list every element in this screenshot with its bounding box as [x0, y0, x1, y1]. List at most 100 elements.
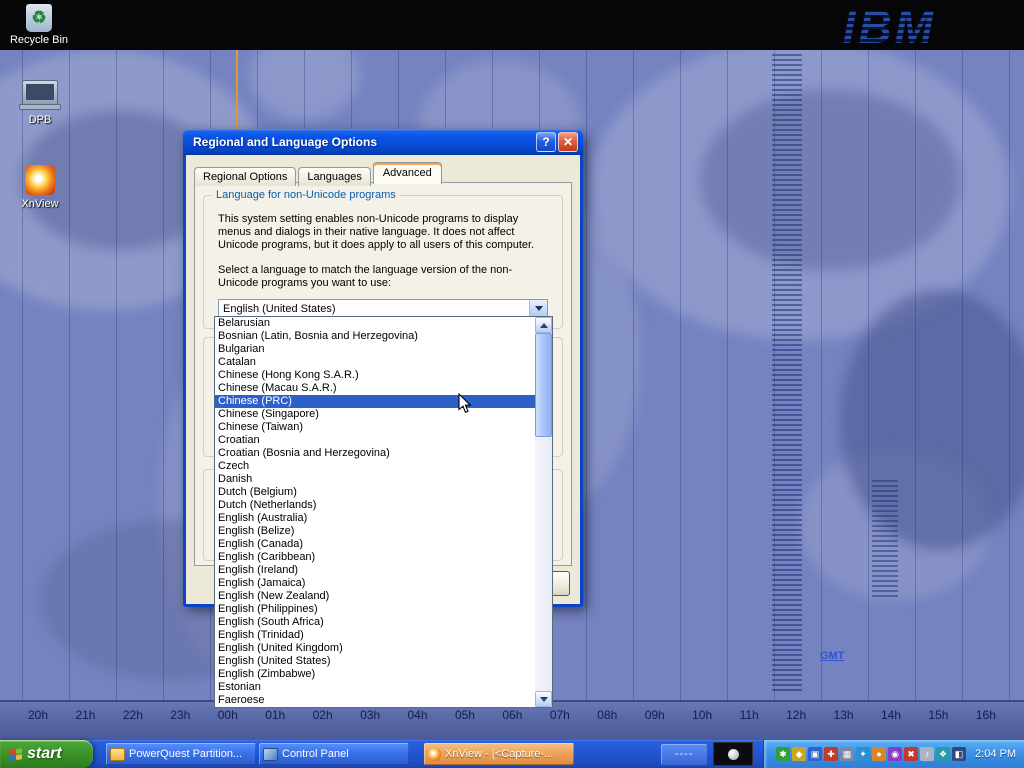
timezone-hour-label: 09h [645, 708, 665, 740]
dropdown-scrollbar[interactable] [535, 317, 552, 707]
language-option[interactable]: English (United States) [215, 655, 535, 668]
timezone-hour-label: 00h [218, 708, 238, 740]
language-option[interactable]: Chinese (Macau S.A.R.) [215, 382, 535, 395]
scrollbar-thumb[interactable] [535, 333, 552, 437]
language-option[interactable]: Czech [215, 460, 535, 473]
groupbox-instruction: Select a language to match the language … [218, 264, 550, 290]
tray-icon-purple[interactable]: ◉ [888, 747, 902, 761]
timezone-hour-label: 20h [28, 708, 48, 740]
language-option[interactable]: English (Jamaica) [215, 577, 535, 590]
hatched-timezone-band [772, 54, 802, 694]
scroll-down-button[interactable] [535, 691, 552, 707]
timezone-hour-label: 07h [550, 708, 570, 740]
language-option[interactable]: Belarusian [215, 317, 535, 330]
folder-icon [110, 748, 125, 761]
language-option[interactable]: Chinese (Singapore) [215, 408, 535, 421]
timezone-hour-label: 08h [597, 708, 617, 740]
language-option[interactable]: Danish [215, 473, 535, 486]
language-option[interactable]: Chinese (PRC) [215, 395, 535, 408]
groupbox-description: This system setting enables non-Unicode … [218, 213, 550, 252]
taskbar-deskband[interactable] [713, 742, 753, 766]
language-option[interactable]: Croatian [215, 434, 535, 447]
timezone-hour-label: 10h [692, 708, 712, 740]
tray-icon-crimson[interactable]: ✖ [904, 747, 918, 761]
combobox-dropdown-button[interactable] [529, 300, 547, 317]
language-option[interactable]: English (Belize) [215, 525, 535, 538]
start-button[interactable]: start [0, 740, 93, 768]
recycle-bin-icon: ♻ [26, 4, 52, 32]
gmt-label: GMT [820, 650, 844, 662]
language-option[interactable]: English (Zimbabwe) [215, 668, 535, 681]
taskbar-button[interactable]: XnView - [<Capture-... [424, 743, 574, 765]
desktop-icon-label: XnView [4, 198, 76, 210]
timezone-hour-label: 01h [265, 708, 285, 740]
tab-languages[interactable]: Languages [298, 167, 370, 186]
tray-icon-blue[interactable]: ▣ [808, 747, 822, 761]
timezone-hour-label: 04h [408, 708, 428, 740]
timezone-hour-label: 12h [786, 708, 806, 740]
arrow-up-icon [540, 323, 548, 328]
timezone-hour-label: 03h [360, 708, 380, 740]
tab-regional-options[interactable]: Regional Options [194, 167, 296, 186]
tray-icon-red[interactable]: ✚ [824, 747, 838, 761]
language-option[interactable]: Chinese (Taiwan) [215, 421, 535, 434]
timezone-hour-label: 15h [928, 708, 948, 740]
taskbar-button-label: PowerQuest Partition... [129, 748, 242, 760]
desktop-icon-dpb[interactable]: DPB [4, 80, 76, 126]
tray-icon-teal[interactable]: ❖ [936, 747, 950, 761]
language-option[interactable]: English (Canada) [215, 538, 535, 551]
tray-icon-gold[interactable]: ◆ [792, 747, 806, 761]
timezone-hour-label: 22h [123, 708, 143, 740]
tray-icon-gray[interactable]: ▦ [840, 747, 854, 761]
xnview-icon [428, 748, 441, 761]
system-tray: ✱◆▣✚▦✦●◉✖♪❖◧ 2:04 PM [763, 740, 1024, 768]
language-option[interactable]: Estonian [215, 681, 535, 694]
language-option[interactable]: English (Caribbean) [215, 551, 535, 564]
language-option[interactable]: English (United Kingdom) [215, 642, 535, 655]
taskbar-band-segment[interactable]: ---- [661, 744, 707, 765]
language-option[interactable]: Bosnian (Latin, Bosnia and Herzegovina) [215, 330, 535, 343]
language-option[interactable]: English (Trinidad) [215, 629, 535, 642]
timezone-hour-label: 06h [502, 708, 522, 740]
taskbar-button[interactable]: PowerQuest Partition... [106, 743, 256, 765]
groupbox-title: Language for non-Unicode programs [212, 189, 400, 201]
language-option[interactable]: Dutch (Belgium) [215, 486, 535, 499]
language-option[interactable]: English (Australia) [215, 512, 535, 525]
timezone-hour-label: 14h [881, 708, 901, 740]
timezone-hour-label: 21h [75, 708, 95, 740]
desktop-icon-recycle-bin[interactable]: ♻ Recycle Bin [8, 4, 70, 46]
language-option[interactable]: Bulgarian [215, 343, 535, 356]
scroll-up-button[interactable] [535, 317, 552, 333]
language-option[interactable]: Faeroese [215, 694, 535, 707]
combobox-value: English (United States) [223, 303, 336, 315]
language-option[interactable]: English (Ireland) [215, 564, 535, 577]
language-option[interactable]: Dutch (Netherlands) [215, 499, 535, 512]
timezone-hour-label: 11h [740, 708, 759, 740]
close-button[interactable]: ✕ [558, 132, 578, 152]
help-button[interactable]: ? [536, 132, 556, 152]
control-panel-icon [263, 748, 278, 761]
taskbar-clock[interactable]: 2:04 PM [975, 748, 1016, 760]
language-option[interactable]: English (South Africa) [215, 616, 535, 629]
xnview-icon [25, 165, 55, 195]
arrow-down-icon [540, 697, 548, 702]
taskbar-button[interactable]: Control Panel [259, 743, 409, 765]
desktop-icon-label: DPB [4, 114, 76, 126]
language-option[interactable]: English (New Zealand) [215, 590, 535, 603]
laptop-icon [22, 80, 58, 106]
deskband-icon [728, 749, 739, 760]
tray-icon-orange[interactable]: ● [872, 747, 886, 761]
language-option[interactable]: Catalan [215, 356, 535, 369]
taskbar: start PowerQuest Partition... Control Pan… [0, 740, 1024, 768]
language-option[interactable]: Croatian (Bosnia and Herzegovina) [215, 447, 535, 460]
language-option[interactable]: English (Philippines) [215, 603, 535, 616]
tab-advanced[interactable]: Advanced [373, 162, 442, 184]
tray-icon-navy[interactable]: ◧ [952, 747, 966, 761]
tray-icon-silver[interactable]: ♪ [920, 747, 934, 761]
desktop-icon-xnview[interactable]: XnView [4, 165, 76, 210]
tray-icon-green[interactable]: ✱ [776, 747, 790, 761]
dialog-titlebar[interactable]: Regional and Language Options ? ✕ [183, 129, 583, 155]
language-option[interactable]: Chinese (Hong Kong S.A.R.) [215, 369, 535, 382]
tray-icon-cyan[interactable]: ✦ [856, 747, 870, 761]
taskbar-buttons: PowerQuest Partition... Control Panel XnVi… [106, 740, 577, 768]
